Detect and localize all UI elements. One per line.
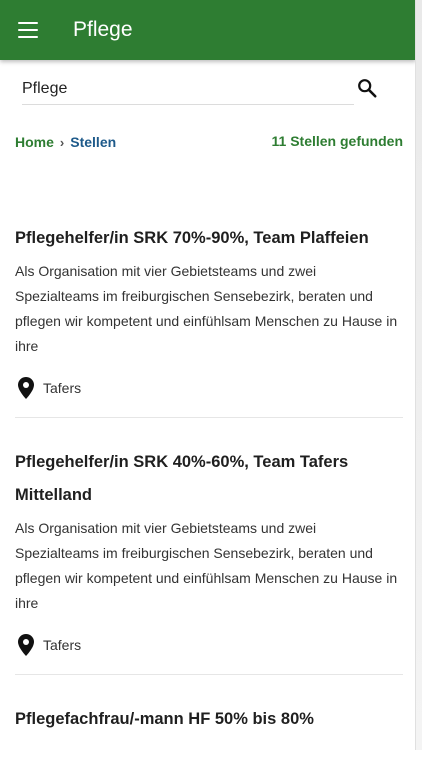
job-location: Tafers [15, 633, 403, 674]
job-location-text: Tafers [43, 637, 82, 653]
search-icon[interactable] [356, 77, 378, 99]
breadcrumb-separator-icon: › [59, 134, 65, 150]
job-list: Pflegehelfer/in SRK 70%-90%, Team Plaffe… [15, 222, 403, 764]
job-location: Tafers [15, 376, 403, 417]
search-bar [22, 74, 354, 105]
app-bar: Pflege [0, 0, 416, 60]
job-title[interactable]: Pflegefachfrau/-mann HF 50% bis 80% [15, 703, 403, 736]
job-title[interactable]: Pflegehelfer/in SRK 40%-60%, Team Tafers… [15, 446, 403, 512]
job-listing-item[interactable]: Pflegehelfer/in SRK 40%-60%, Team Tafers… [15, 446, 403, 675]
job-listing-item[interactable]: Pflegehelfer/in SRK 70%-90%, Team Plaffe… [15, 222, 403, 418]
job-title[interactable]: Pflegehelfer/in SRK 70%-90%, Team Plaffe… [15, 222, 403, 255]
hamburger-menu-icon[interactable] [18, 22, 38, 38]
app-title: Pflege [73, 18, 133, 41]
breadcrumb: Home › Stellen [15, 134, 116, 150]
scrollbar-track[interactable] [415, 0, 422, 750]
search-input[interactable] [22, 74, 354, 104]
breadcrumb-current: Stellen [70, 134, 117, 150]
location-pin-icon [18, 634, 34, 656]
job-location-text: Tafers [43, 380, 82, 396]
job-description: Als Organisation mit vier Gebietsteams u… [15, 263, 398, 354]
job-description: Als Organisation mit vier Gebietsteams u… [15, 520, 398, 611]
job-listing-item[interactable]: Pflegefachfrau/-mann HF 50% bis 80% [15, 703, 403, 736]
location-pin-icon [18, 377, 34, 399]
breadcrumb-home-link[interactable]: Home [15, 134, 54, 150]
result-count: 11 Stellen gefunden [271, 133, 403, 149]
